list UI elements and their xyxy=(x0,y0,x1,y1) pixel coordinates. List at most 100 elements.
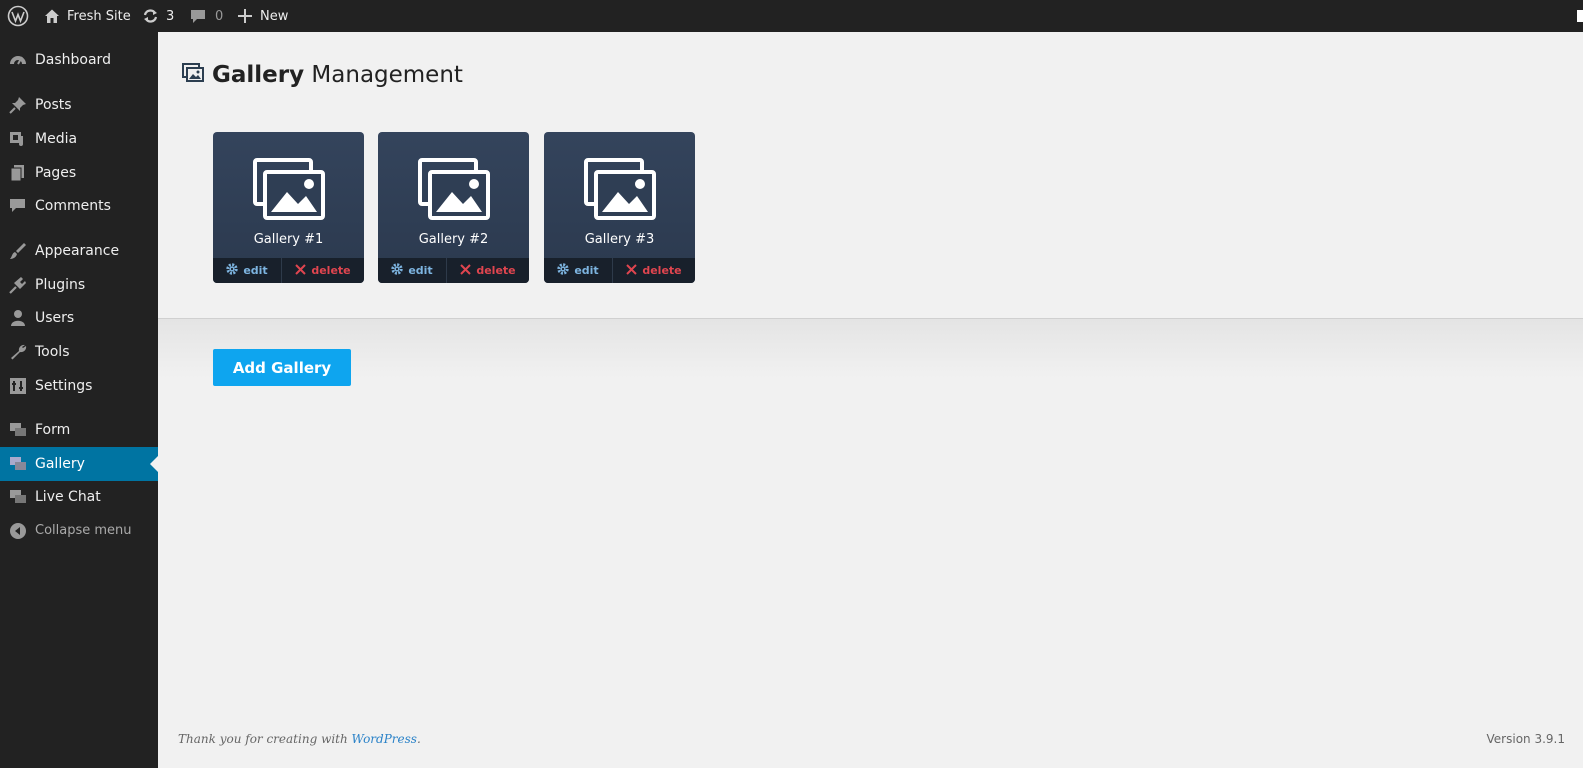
updates-link[interactable]: 3 xyxy=(142,0,174,32)
section-divider xyxy=(158,318,1583,378)
gear-icon xyxy=(391,263,408,278)
delete-label: delete xyxy=(642,264,682,277)
sidebar-item-label: Settings xyxy=(35,378,93,394)
sidebar-item-form[interactable]: Form xyxy=(0,413,158,447)
gallery-actions: edit delete xyxy=(378,258,529,283)
site-name-link[interactable]: Fresh Site xyxy=(44,0,131,32)
main-content: Gallery Management Gallery #1 edit delet… xyxy=(158,32,1583,768)
brush-icon xyxy=(9,242,27,260)
comment-icon xyxy=(9,197,27,215)
gallery-title: Gallery #1 xyxy=(253,232,324,247)
gallery-image-icon xyxy=(251,158,327,222)
gallery-title: Gallery #3 xyxy=(584,232,655,247)
sidebar-item-media[interactable]: Media xyxy=(0,122,158,156)
footer-thanks-suffix: . xyxy=(416,732,421,746)
edit-label: edit xyxy=(243,264,268,277)
gear-icon xyxy=(226,263,243,278)
sidebar-item-label: Dashboard xyxy=(35,52,111,68)
sidebar-item-pages[interactable]: Pages xyxy=(0,156,158,190)
chat-icon xyxy=(9,488,27,506)
add-gallery-button[interactable]: Add Gallery xyxy=(213,349,351,386)
gallery-card[interactable]: Gallery #2 edit delete xyxy=(378,132,529,283)
pin-icon xyxy=(9,96,27,114)
admin-bar: Fresh Site 3 0 New xyxy=(0,0,1583,32)
wrench-icon xyxy=(9,343,27,361)
sidebar-item-label: Plugins xyxy=(35,277,86,293)
site-name: Fresh Site xyxy=(67,8,131,24)
plus-icon xyxy=(238,9,252,23)
gallery-actions: edit delete xyxy=(544,258,695,283)
footer-thanks: Thank you for creating with WordPress. xyxy=(178,732,421,746)
comments-link[interactable]: 0 xyxy=(190,0,223,32)
gallery-image-icon xyxy=(416,158,492,222)
sidebar-item-comments[interactable]: Comments xyxy=(0,189,158,223)
gallery-actions: edit delete xyxy=(213,258,364,283)
edit-gallery-button[interactable]: edit xyxy=(378,258,447,283)
pages-icon xyxy=(9,164,27,182)
wordpress-link[interactable]: WordPress xyxy=(352,732,417,746)
new-content-link[interactable]: New xyxy=(238,0,288,32)
collapse-menu-button[interactable]: Collapse menu xyxy=(0,514,158,548)
media-icon xyxy=(9,130,27,148)
close-icon xyxy=(460,263,476,278)
edit-label: edit xyxy=(574,264,599,277)
edit-gallery-button[interactable]: edit xyxy=(544,258,613,283)
collapse-menu-label: Collapse menu xyxy=(35,523,132,538)
sidebar-item-label: Appearance xyxy=(35,243,120,259)
sidebar-item-label: Media xyxy=(35,131,78,147)
edit-gallery-button[interactable]: edit xyxy=(213,258,282,283)
sidebar-item-posts[interactable]: Posts xyxy=(0,88,158,122)
delete-gallery-button[interactable]: delete xyxy=(282,258,364,283)
chat-icon xyxy=(9,421,27,439)
page-title: Gallery Management xyxy=(182,60,463,90)
delete-gallery-button[interactable]: delete xyxy=(613,258,695,283)
edit-label: edit xyxy=(408,264,433,277)
account-avatar[interactable] xyxy=(1577,10,1583,22)
settings-icon xyxy=(9,377,27,395)
gallery-card[interactable]: Gallery #1 edit delete xyxy=(213,132,364,283)
gallery-image-icon xyxy=(582,158,658,222)
sidebar-item-label: Comments xyxy=(35,198,111,214)
home-icon xyxy=(44,8,60,24)
dashboard-icon xyxy=(9,51,27,69)
sidebar-item-plugins[interactable]: Plugins xyxy=(0,268,158,302)
chat-icon xyxy=(9,455,27,473)
plug-icon xyxy=(9,276,27,294)
comments-count: 0 xyxy=(215,8,224,24)
user-icon xyxy=(9,309,27,327)
gear-icon xyxy=(557,263,574,278)
admin-sidebar: Dashboard Posts Media Pages Comments App… xyxy=(0,32,158,768)
sidebar-item-label: Live Chat xyxy=(35,489,101,505)
footer-thanks-prefix: Thank you for creating with xyxy=(178,732,352,746)
sidebar-item-label: Form xyxy=(35,422,71,438)
page-title-rest: Management xyxy=(311,62,463,88)
refresh-icon xyxy=(142,8,159,24)
gallery-title: Gallery #2 xyxy=(418,232,489,247)
sidebar-item-settings[interactable]: Settings xyxy=(0,369,158,403)
sidebar-item-label: Posts xyxy=(35,97,72,113)
sidebar-item-label: Pages xyxy=(35,165,77,181)
wordpress-logo-icon[interactable] xyxy=(7,0,29,32)
delete-gallery-button[interactable]: delete xyxy=(447,258,529,283)
close-icon xyxy=(295,263,311,278)
sidebar-item-label: Gallery xyxy=(35,456,85,472)
sidebar-item-dashboard[interactable]: Dashboard xyxy=(0,43,158,77)
delete-label: delete xyxy=(311,264,351,277)
comment-icon xyxy=(190,8,206,24)
sidebar-item-tools[interactable]: Tools xyxy=(0,335,158,369)
updates-count: 3 xyxy=(166,8,175,24)
gallery-card[interactable]: Gallery #3 edit delete xyxy=(544,132,695,283)
new-label: New xyxy=(260,8,289,24)
sidebar-item-live-chat[interactable]: Live Chat xyxy=(0,480,158,514)
sidebar-item-users[interactable]: Users xyxy=(0,301,158,335)
footer-version: Version 3.9.1 xyxy=(1486,732,1565,746)
collapse-arrow-icon xyxy=(9,522,27,540)
page-title-strong: Gallery xyxy=(212,62,305,88)
sidebar-item-gallery[interactable]: Gallery xyxy=(0,447,158,481)
sidebar-item-label: Users xyxy=(35,310,75,326)
close-icon xyxy=(626,263,642,278)
delete-label: delete xyxy=(476,264,516,277)
gallery-icon xyxy=(182,63,204,87)
sidebar-item-label: Tools xyxy=(35,344,70,360)
sidebar-item-appearance[interactable]: Appearance xyxy=(0,234,158,268)
